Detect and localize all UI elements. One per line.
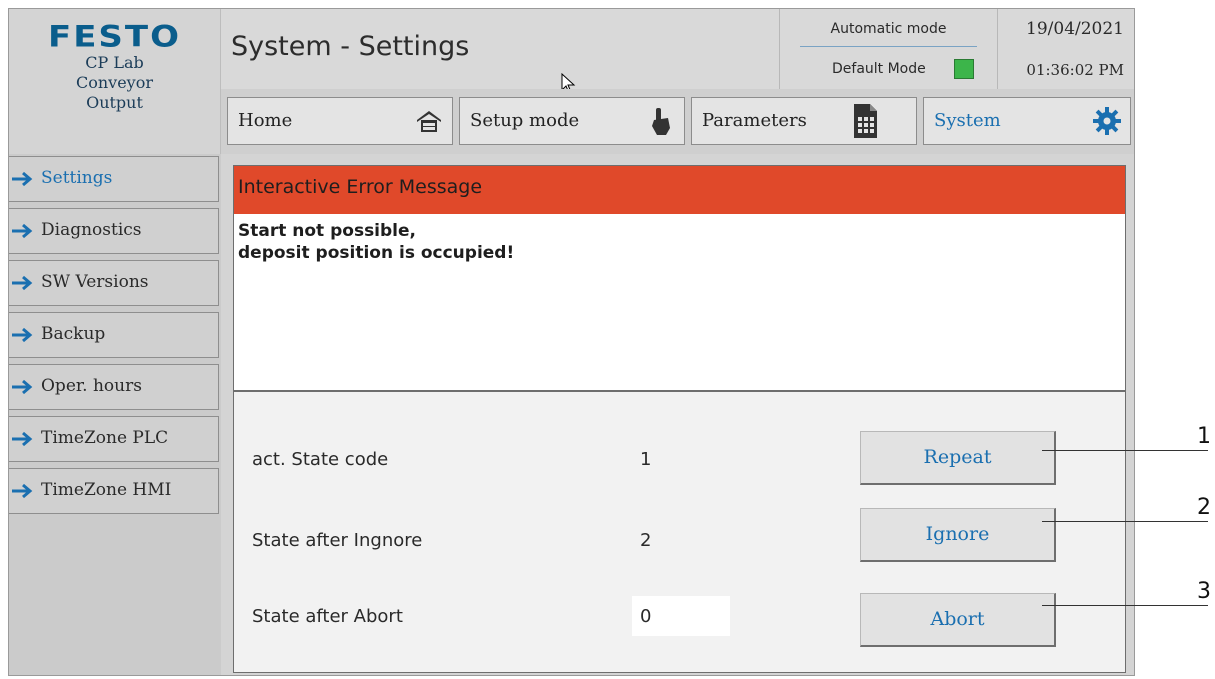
mode-indicator: Automatic mode Default Mode [779,9,997,89]
station-name-line-3: Output [86,93,143,112]
sidebar-item-label: TimeZone HMI [41,480,172,500]
arrow-right-icon [12,171,33,187]
callout-line-1 [1042,450,1208,451]
state-after-abort-input[interactable] [632,596,730,636]
nav-parameters-label: Parameters [702,110,807,131]
arrow-right-icon [12,223,33,239]
ignore-button[interactable]: Ignore [860,508,1056,562]
sub-mode-label: Default Mode [832,61,926,77]
error-dialog-title: Interactive Error Message [238,176,483,198]
sidebar-item-label: Settings [41,168,113,188]
sidebar-item-label: SW Versions [41,272,149,292]
callout-number-2: 2 [1197,495,1211,520]
nav-setup-mode-label: Setup mode [470,110,580,131]
state-after-abort-label: State after Abort [252,606,403,627]
sidebar-item-diagnostics[interactable]: Diagnostics [9,208,219,254]
home-icon [417,111,441,132]
callout-number-3: 3 [1197,579,1211,604]
act-state-code-label: act. State code [252,449,389,470]
arrow-right-icon [12,327,33,343]
date-display: 19/04/2021 [1026,19,1124,39]
error-message-box: Start not possible, deposit position is … [234,214,1125,392]
sidebar-item-sw-versions[interactable]: SW Versions [9,260,219,306]
sidebar: Settings Diagnostics SW Versions Backup … [9,154,221,675]
hmi-panel: FESTO CP Lab Conveyor Output System - Se… [8,8,1135,676]
brand-logo: FESTO [47,20,182,54]
document-grid-icon [854,104,877,138]
nav-home-button[interactable]: Home [227,97,453,145]
arrow-right-icon [12,275,33,291]
callout-number-1: 1 [1197,424,1211,449]
sidebar-item-label: TimeZone PLC [41,428,169,448]
sidebar-item-label: Oper. hours [41,376,142,396]
mode-divider [800,46,977,47]
sidebar-item-backup[interactable]: Backup [9,312,219,358]
act-state-code-value: 1 [640,449,652,470]
sidebar-item-oper-hours[interactable]: Oper. hours [9,364,219,410]
sidebar-item-label: Backup [41,324,106,344]
header-bar: System - Settings Automatic mode Default… [221,9,1134,94]
arrow-right-icon [12,379,33,395]
state-after-ignore-label: State after Ingnore [252,530,423,551]
error-dialog: Interactive Error Message Start not poss… [233,165,1126,673]
callout-line-3 [1042,605,1208,606]
station-name-line-1: CP Lab [85,53,144,72]
hand-pointer-icon [652,108,670,135]
nav-home-label: Home [238,110,293,131]
sidebar-item-timezone-plc[interactable]: TimeZone PLC [9,416,219,462]
nav-system-label: System [934,110,1001,131]
error-dialog-header: Interactive Error Message [234,166,1125,215]
datetime-display: 19/04/2021 01:36:02 PM [997,9,1134,89]
station-name-line-2: Conveyor [75,73,153,92]
time-display: 01:36:02 PM [1026,61,1124,79]
operating-mode-label: Automatic mode [830,21,947,37]
top-nav: Home Setup mode Parameters System [221,89,1134,154]
arrow-right-icon [12,431,33,447]
sidebar-item-label: Diagnostics [41,220,142,240]
gear-icon [1093,107,1121,135]
state-after-ignore-value: 2 [640,530,652,551]
callout-line-2 [1042,521,1208,522]
error-message-line-2: deposit position is occupied! [238,243,515,263]
sidebar-item-settings[interactable]: Settings [9,156,219,202]
error-message: Start not possible, deposit position is … [238,220,514,264]
festo-logo-block: FESTO CP Lab Conveyor Output [9,9,221,154]
arrow-right-icon [12,483,33,499]
error-message-line-1: Start not possible, [238,221,416,241]
nav-parameters-button[interactable]: Parameters [691,97,917,145]
nav-setup-mode-button[interactable]: Setup mode [459,97,685,145]
abort-button[interactable]: Abort [860,593,1056,647]
page-title: System - Settings [231,31,470,62]
status-led [954,59,974,79]
sidebar-item-timezone-hmi[interactable]: TimeZone HMI [9,468,219,514]
nav-system-button[interactable]: System [923,97,1131,145]
repeat-button[interactable]: Repeat [860,431,1056,485]
